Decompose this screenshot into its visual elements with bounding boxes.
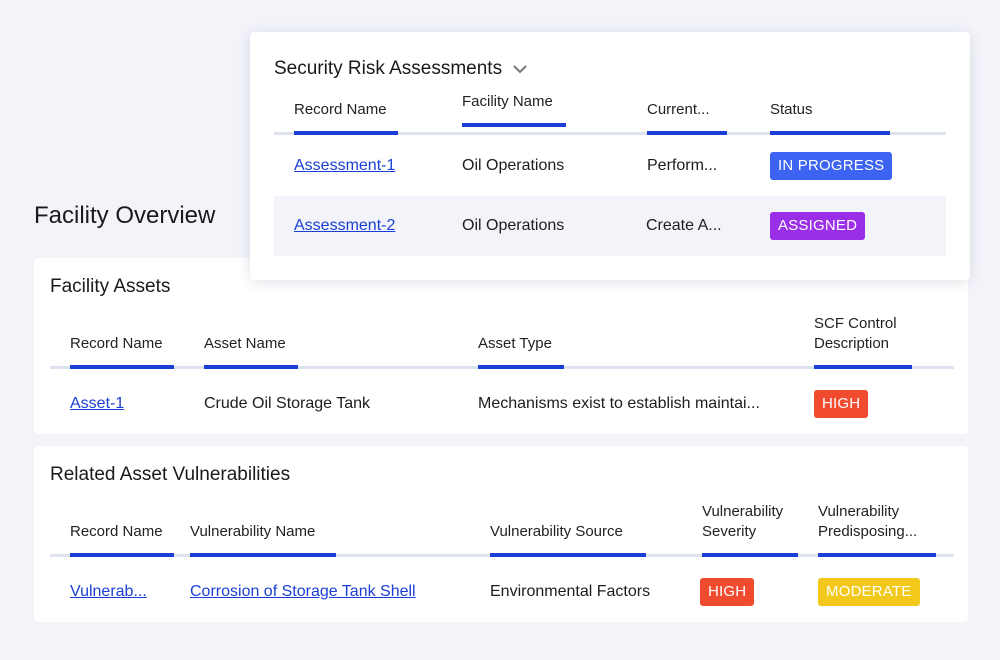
page-title: Facility Overview (34, 202, 216, 229)
column-underline (462, 123, 566, 127)
facility-name-cell: Oil Operations (462, 217, 565, 234)
predisposing-badge: MODERATE (818, 578, 920, 606)
column-header-asset-type[interactable]: Asset Type (478, 334, 552, 354)
vulnerability-record-link[interactable]: Vulnerab... (70, 583, 147, 601)
asset-name-cell: Crude Oil Storage Tank (204, 395, 371, 412)
assessment-record-link[interactable]: Assessment-2 (294, 217, 395, 235)
column-header-record-name[interactable]: Record Name (70, 522, 163, 542)
chevron-down-icon[interactable] (512, 58, 528, 80)
status-badge: IN PROGRESS (770, 152, 893, 180)
security-risk-assessments-panel: Security Risk Assessments Record Name Fa… (250, 32, 970, 280)
column-header-vulnerability-severity[interactable]: Vulnerability Severity (702, 502, 802, 542)
column-underline (190, 553, 336, 557)
facility-name-cell: Oil Operations (462, 157, 565, 174)
facility-assets-title: Facility Assets (50, 276, 171, 297)
column-underline (478, 365, 564, 369)
vulnerabilities-title: Related Asset Vulnerabilities (50, 464, 291, 485)
column-header-facility-name[interactable]: Facility Name (462, 92, 553, 112)
facility-assets-card: Facility Assets Record Name Asset Name A… (34, 258, 968, 434)
column-header-record-name[interactable]: Record Name (294, 100, 387, 120)
column-underline (702, 553, 798, 557)
column-header-scf-control-description[interactable]: SCF Control Description (814, 314, 934, 354)
column-underline (818, 553, 936, 557)
popup-title[interactable]: Security Risk Assessments (274, 58, 528, 80)
column-header-vulnerability-source[interactable]: Vulnerability Source (490, 522, 623, 542)
column-underline (294, 131, 398, 135)
scf-status-badge: HIGH (814, 390, 869, 418)
asset-type-cell: Mechanisms exist to establish maintai... (478, 395, 760, 412)
popup-title-text: Security Risk Assessments (274, 58, 503, 80)
column-underline (204, 365, 298, 369)
status-badge: ASSIGNED (770, 212, 866, 240)
column-underline (647, 131, 727, 135)
asset-record-link[interactable]: Asset-1 (70, 395, 124, 413)
column-header-vulnerability-predisposing[interactable]: Vulnerability Predisposing... (818, 502, 938, 542)
severity-badge: HIGH (700, 578, 755, 606)
current-cell: Perform... (647, 157, 718, 174)
column-underline (770, 131, 890, 135)
assessment-record-link[interactable]: Assessment-1 (294, 157, 395, 175)
vulnerability-source-cell: Environmental Factors (490, 583, 651, 600)
vulnerabilities-card: Related Asset Vulnerabilities Record Nam… (34, 446, 968, 622)
column-header-vulnerability-name[interactable]: Vulnerability Name (190, 522, 315, 542)
current-cell: Create A... (646, 217, 722, 234)
column-underline (70, 553, 174, 557)
column-header-asset-name[interactable]: Asset Name (204, 334, 286, 354)
vulnerability-name-link[interactable]: Corrosion of Storage Tank Shell (190, 583, 416, 601)
column-underline (490, 553, 646, 557)
column-header-record-name[interactable]: Record Name (70, 334, 163, 354)
column-header-current[interactable]: Current... (647, 100, 710, 120)
column-underline (70, 365, 174, 369)
column-header-status[interactable]: Status (770, 100, 813, 120)
column-underline (814, 365, 912, 369)
